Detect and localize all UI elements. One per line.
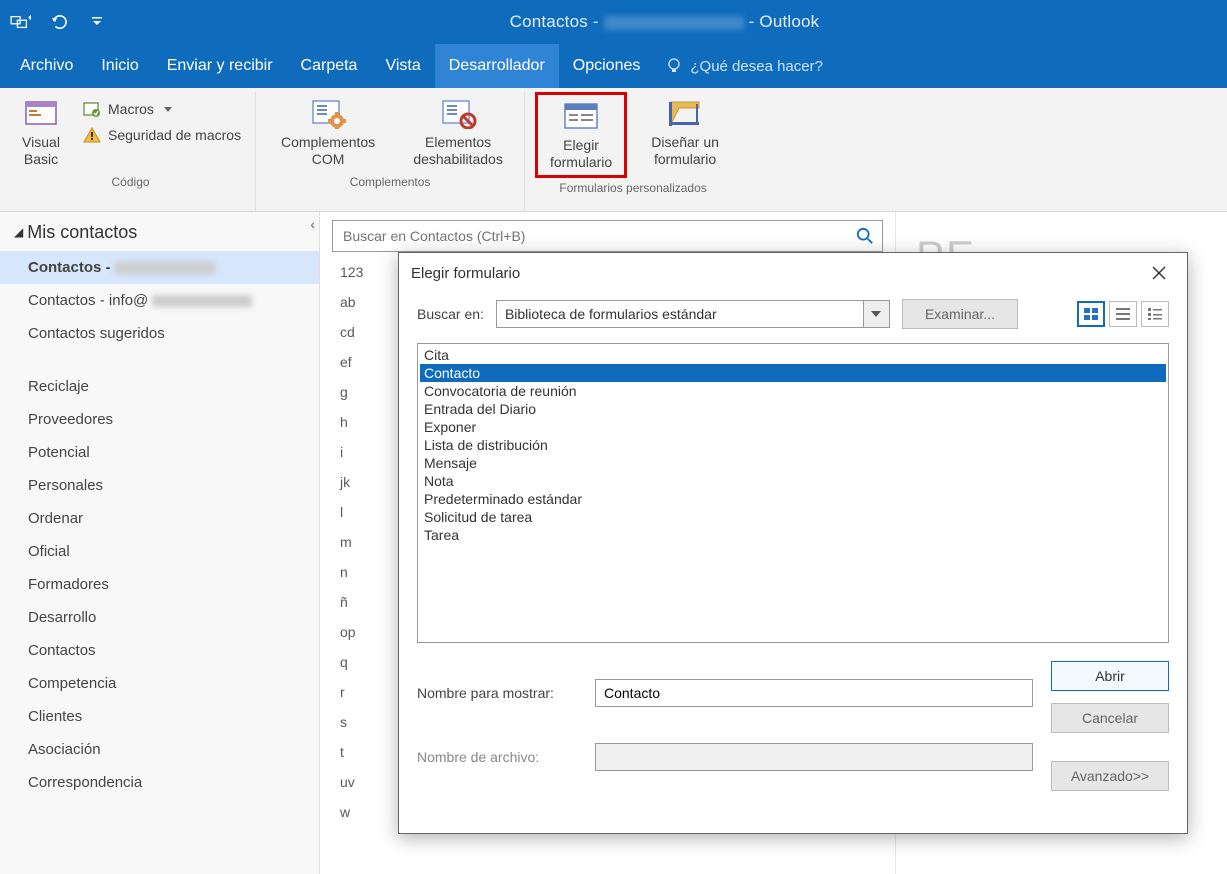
- ribbon-group-formularios: Elegir formulario Diseñar un formulario …: [525, 92, 741, 211]
- dialog-titlebar: Elegir formulario: [399, 253, 1187, 293]
- form-listbox[interactable]: CitaContactoConvocatoria de reuniónEntra…: [417, 343, 1169, 643]
- chevron-down-icon: [164, 107, 172, 112]
- elegir-formulario-dialog: Elegir formulario Buscar en: Biblioteca …: [398, 252, 1188, 834]
- search-bar[interactable]: [332, 220, 883, 252]
- form-list-item[interactable]: Contacto: [420, 364, 1166, 382]
- form-list-item[interactable]: Mensaje: [420, 454, 1166, 472]
- nav-header-mis-contactos[interactable]: ◢ Mis contactos: [0, 212, 319, 251]
- form-list-item[interactable]: Cita: [420, 346, 1166, 364]
- complementos-com-button[interactable]: Complementos COM: [266, 92, 390, 172]
- seguridad-macros-button[interactable]: Seguridad de macros: [78, 124, 245, 146]
- view-large-icons[interactable]: [1077, 301, 1105, 327]
- form-list-item[interactable]: Tarea: [420, 526, 1166, 544]
- search-icon[interactable]: [856, 227, 874, 245]
- sidebar-item[interactable]: Ordenar: [0, 502, 319, 535]
- buscar-en-label: Buscar en:: [417, 306, 484, 322]
- buscar-en-select[interactable]: Biblioteca de formularios estándar: [496, 300, 890, 328]
- sidebar-item[interactable]: Personales: [0, 469, 319, 502]
- form-list-item[interactable]: Convocatoria de reunión: [420, 382, 1166, 400]
- form-list-item[interactable]: Entrada del Diario: [420, 400, 1166, 418]
- tab-desarrollador[interactable]: Desarrollador: [435, 44, 559, 88]
- collapse-pane-icon[interactable]: ‹: [310, 216, 315, 232]
- choose-form-icon: [561, 99, 601, 133]
- form-list-item[interactable]: Exponer: [420, 418, 1166, 436]
- sidebar-item[interactable]: Competencia: [0, 667, 319, 700]
- tab-enviar-recibir[interactable]: Enviar y recibir: [153, 44, 287, 88]
- close-icon: [1152, 266, 1166, 280]
- sidebar-item-contactos[interactable]: Contactos -: [0, 251, 319, 284]
- nombre-mostrar-label: Nombre para mostrar:: [417, 685, 577, 701]
- sidebar-item[interactable]: Contactos: [0, 634, 319, 667]
- sidebar-item[interactable]: Proveedores: [0, 403, 319, 436]
- tab-carpeta[interactable]: Carpeta: [287, 44, 372, 88]
- cancelar-button[interactable]: Cancelar: [1051, 703, 1169, 733]
- tab-archivo[interactable]: Archivo: [6, 44, 87, 88]
- design-form-icon: [665, 96, 705, 130]
- lightbulb-icon: [666, 58, 682, 74]
- tab-vista[interactable]: Vista: [371, 44, 434, 88]
- sidebar-item[interactable]: Asociación: [0, 733, 319, 766]
- sidebar-item[interactable]: Correspondencia: [0, 766, 319, 799]
- elementos-deshabilitados-button[interactable]: Elementos deshabilitados: [402, 92, 514, 172]
- dialog-title: Elegir formulario: [411, 265, 520, 282]
- customize-qat-icon[interactable]: [84, 11, 110, 33]
- undo-icon[interactable]: [46, 11, 72, 33]
- sidebar-item[interactable]: Clientes: [0, 700, 319, 733]
- macros-icon: [82, 100, 102, 118]
- tab-opciones[interactable]: Opciones: [559, 44, 655, 88]
- form-list-item[interactable]: Solicitud de tarea: [420, 508, 1166, 526]
- examinar-button: Examinar...: [902, 299, 1018, 329]
- ribbon-group-codigo: Visual Basic Macros Seguridad de macros: [6, 92, 256, 211]
- form-list-item[interactable]: Lista de distribución: [420, 436, 1166, 454]
- tab-inicio[interactable]: Inicio: [87, 44, 152, 88]
- chevron-down-icon[interactable]: [863, 301, 889, 327]
- group-label-formularios: Formularios personalizados: [535, 178, 731, 197]
- disenar-formulario-button[interactable]: Diseñar un formulario: [639, 92, 731, 172]
- disabled-items-icon: [438, 96, 478, 130]
- macros-button[interactable]: Macros: [78, 98, 245, 120]
- elegir-formulario-button[interactable]: Elegir formulario: [535, 92, 627, 178]
- ribbon-group-complementos: Complementos COM Elementos deshabilitado…: [256, 92, 525, 211]
- close-button[interactable]: [1143, 257, 1175, 289]
- sidebar-item-contactos[interactable]: Contactos sugeridos: [0, 317, 319, 350]
- titlebar: Contactos - - Outlook: [0, 0, 1227, 44]
- ribbon: Visual Basic Macros Seguridad de macros: [0, 88, 1227, 212]
- view-details[interactable]: [1141, 301, 1169, 327]
- send-receive-icon[interactable]: [8, 11, 34, 33]
- view-toggles: [1077, 301, 1169, 327]
- sidebar-item[interactable]: Reciclaje: [0, 370, 319, 403]
- window-title: Contactos - - Outlook: [110, 12, 1219, 32]
- view-list[interactable]: [1109, 301, 1137, 327]
- group-label-complementos: Complementos: [266, 172, 514, 191]
- sidebar-item[interactable]: Potencial: [0, 436, 319, 469]
- sidebar-item-contactos[interactable]: Contactos - info@: [0, 284, 319, 317]
- nombre-mostrar-input[interactable]: [595, 679, 1033, 707]
- avanzado-button[interactable]: Avanzado>>: [1051, 761, 1169, 791]
- vb-icon: [21, 96, 61, 130]
- tell-me[interactable]: ¿Qué desea hacer?: [654, 44, 835, 88]
- folder-pane: ‹ ◢ Mis contactos Contactos - Contactos …: [0, 212, 320, 874]
- form-list-item[interactable]: Nota: [420, 472, 1166, 490]
- account-name-blurred: [604, 16, 744, 30]
- nombre-archivo-input: [595, 743, 1033, 771]
- search-input[interactable]: [341, 227, 856, 245]
- abrir-button[interactable]: Abrir: [1051, 661, 1169, 691]
- sidebar-item[interactable]: Oficial: [0, 535, 319, 568]
- sidebar-item[interactable]: Desarrollo: [0, 601, 319, 634]
- quick-access-toolbar: [8, 11, 110, 33]
- sidebar-item[interactable]: Formadores: [0, 568, 319, 601]
- warning-icon: [82, 126, 102, 144]
- form-list-item[interactable]: Predeterminado estándar: [420, 490, 1166, 508]
- visual-basic-button[interactable]: Visual Basic: [16, 92, 66, 172]
- com-addins-icon: [308, 96, 348, 130]
- group-label-codigo: Código: [16, 172, 245, 191]
- nombre-archivo-label: Nombre de archivo:: [417, 749, 577, 765]
- ribbon-tabs: Archivo Inicio Enviar y recibir Carpeta …: [0, 44, 1227, 88]
